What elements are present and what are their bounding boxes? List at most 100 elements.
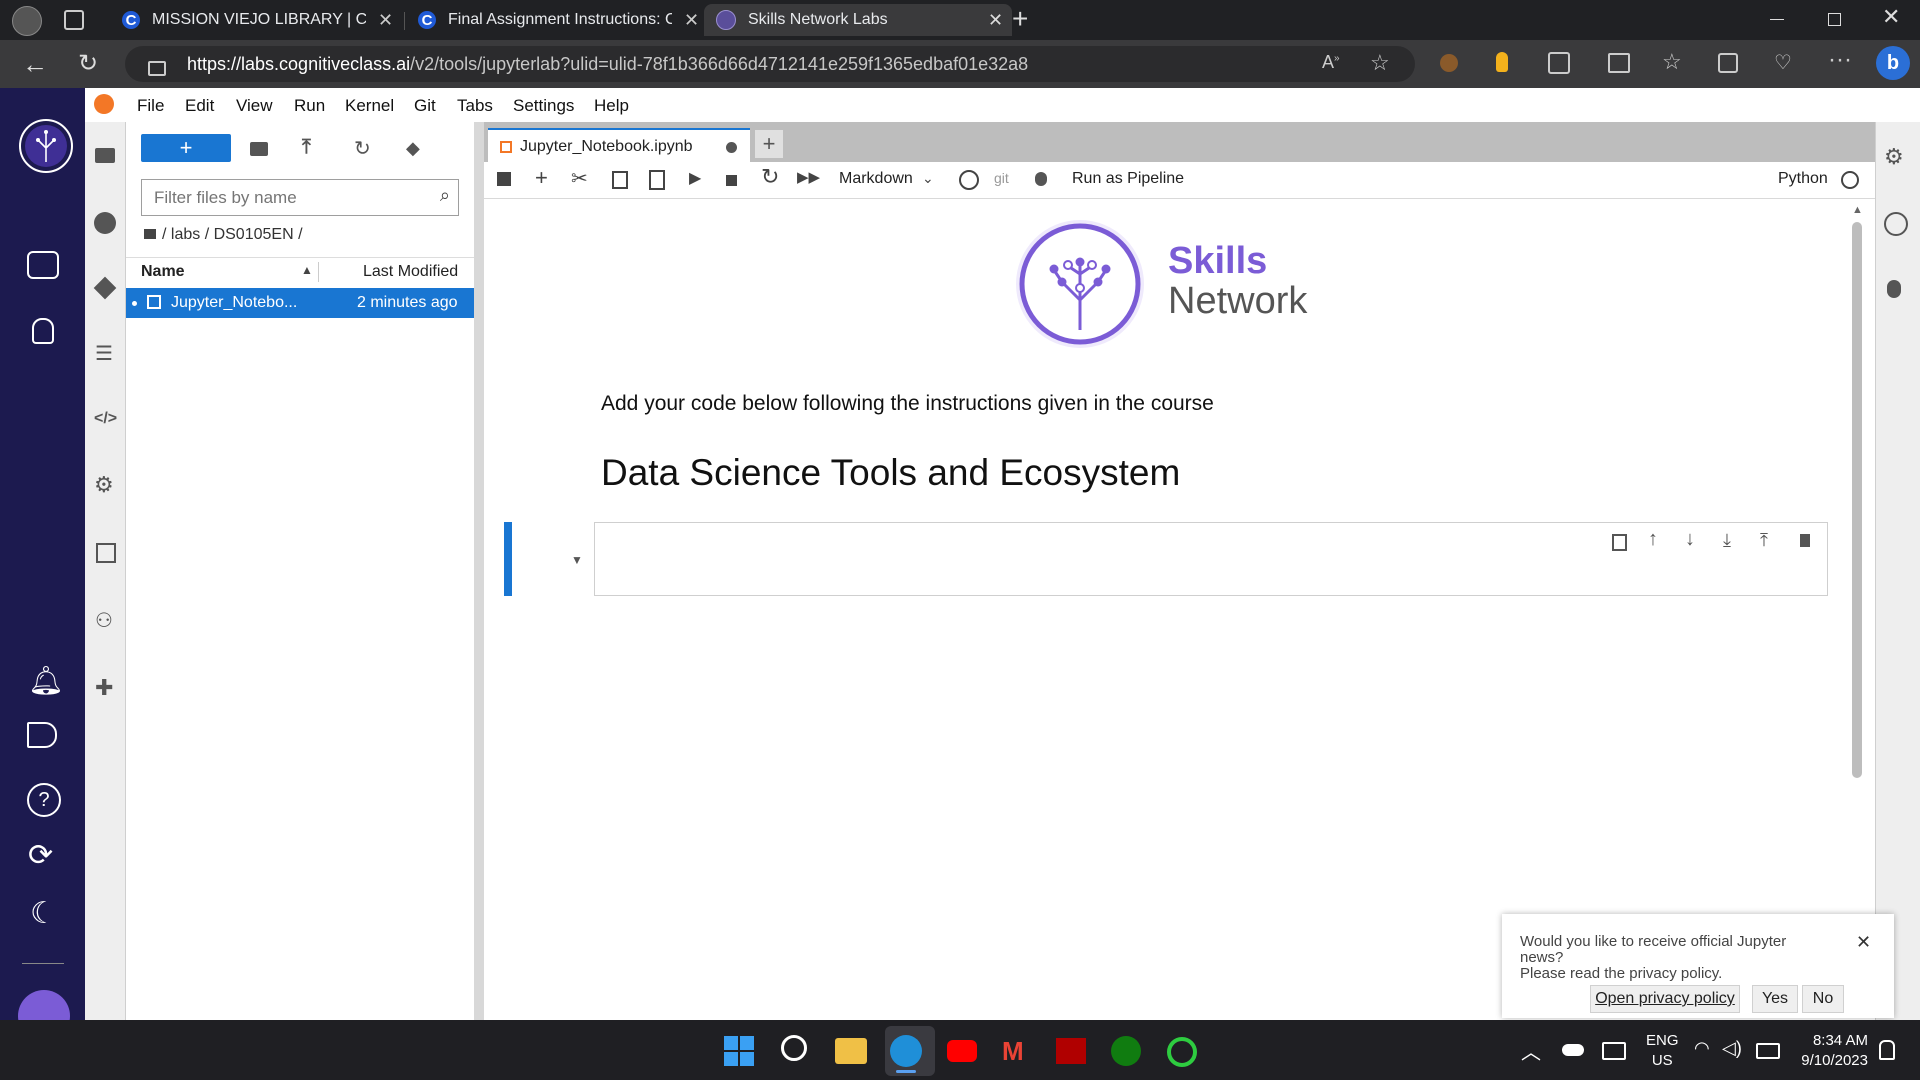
property-inspector-gear-icon[interactable]: ⚙ — [94, 472, 114, 498]
delete-cell-icon[interactable] — [1800, 534, 1810, 547]
more-menu-icon[interactable]: ··· — [1828, 46, 1852, 74]
menu-settings[interactable]: Settings — [513, 96, 574, 116]
property-inspector-icon[interactable]: ⚙ — [1884, 144, 1904, 170]
gmail-icon[interactable]: M — [1002, 1038, 1024, 1064]
restart-kernel-icon[interactable]: ↻ — [761, 164, 779, 190]
scroll-up-arrow-icon[interactable]: ▲ — [1852, 204, 1863, 216]
windows-start-icon[interactable] — [724, 1036, 754, 1066]
wifi-icon[interactable]: ◠ — [1694, 1038, 1710, 1059]
lock-icon[interactable] — [148, 61, 166, 76]
collections-icon[interactable] — [1718, 53, 1738, 73]
extension-manager-icon[interactable] — [96, 543, 116, 563]
debugger-bug-icon[interactable] — [1035, 172, 1047, 186]
new-folder-icon[interactable] — [250, 142, 268, 156]
paste-icon[interactable] — [649, 170, 665, 190]
save-icon[interactable] — [497, 172, 511, 186]
favorite-star-icon[interactable]: ☆ — [1370, 50, 1390, 76]
menu-view[interactable]: View — [236, 96, 273, 116]
favorites-icon[interactable]: ☆ — [1662, 49, 1682, 75]
browser-tab-skills-network[interactable]: Skills Network Labs ✕ — [704, 4, 1012, 36]
menu-run[interactable]: Run — [294, 96, 325, 116]
menu-edit[interactable]: Edit — [185, 96, 214, 116]
minimize-button[interactable] — [1770, 19, 1784, 20]
kernel-name[interactable]: Python — [1778, 170, 1828, 188]
clock-icon[interactable] — [959, 170, 979, 190]
insert-cell-below-icon[interactable]: ⤓ — [1723, 530, 1731, 551]
run-as-pipeline-button[interactable]: Run as Pipeline — [1072, 170, 1184, 188]
panel-splitter[interactable] — [474, 122, 484, 1020]
read-aloud-icon[interactable]: A» — [1322, 52, 1340, 73]
file-name[interactable]: Jupyter_Notebo... — [171, 294, 297, 312]
close-tab-icon[interactable]: ✕ — [684, 10, 699, 31]
profile-avatar[interactable] — [12, 6, 42, 36]
show-hidden-icons-chevron-icon[interactable]: ︿ — [1521, 1036, 1541, 1065]
search-icon[interactable] — [781, 1035, 807, 1061]
close-tab-icon[interactable]: ✕ — [378, 10, 393, 31]
menu-tabs[interactable]: Tabs — [457, 96, 493, 116]
notebook-tab[interactable]: Jupyter_Notebook.ipynb — [488, 128, 750, 164]
announcements-megaphone-icon[interactable] — [27, 722, 57, 748]
upload-icon[interactable]: ⤒ — [302, 136, 311, 159]
run-cell-icon[interactable]: ▶ — [689, 168, 701, 188]
elyra-pipeline-icon[interactable]: ⚇ — [95, 608, 113, 633]
url-text[interactable]: https://labs.cognitiveclass.ai/v2/tools/… — [187, 54, 1028, 75]
unsaved-dot-icon[interactable] — [726, 141, 737, 153]
new-launcher-button[interactable]: + — [141, 134, 231, 162]
stop-kernel-icon[interactable] — [726, 175, 737, 186]
skills-network-logo[interactable] — [18, 118, 74, 174]
edge-browser-icon[interactable] — [890, 1035, 922, 1067]
cell-type-select[interactable]: Markdown — [839, 170, 913, 188]
menu-file[interactable]: File — [137, 96, 164, 116]
battery-icon[interactable] — [1756, 1043, 1780, 1059]
insert-cell-above-icon[interactable]: ⤒ — [1760, 530, 1768, 551]
extensions-puzzle-icon[interactable] — [1548, 52, 1570, 74]
help-icon[interactable]: ? — [27, 783, 61, 817]
extension-icon[interactable] — [1440, 54, 1458, 72]
onedrive-cloud-icon[interactable] — [1562, 1044, 1584, 1056]
browser-tab-final-assignment[interactable]: C Final Assignment Instructions: Cr ✕ — [408, 4, 708, 36]
notification-center-bell-icon[interactable] — [1879, 1040, 1895, 1060]
netflix-icon[interactable] — [1056, 1038, 1086, 1064]
running-kernels-icon[interactable] — [94, 212, 116, 234]
keyboard-icon[interactable] — [1602, 1042, 1626, 1060]
chevron-down-icon[interactable]: ⌄ — [922, 170, 934, 187]
copy-icon[interactable] — [612, 171, 628, 189]
close-notification-icon[interactable]: ✕ — [1856, 932, 1871, 953]
sync-icon[interactable]: ⟳ — [28, 838, 53, 873]
filter-files-input[interactable]: ⌕ — [141, 179, 459, 216]
run-all-icon[interactable]: ▶▶ — [797, 168, 820, 186]
restore-button[interactable] — [1828, 13, 1841, 26]
xbox-icon[interactable] — [1111, 1036, 1141, 1066]
code-snippets-icon[interactable]: </> — [94, 410, 117, 428]
bing-copilot-icon[interactable]: b — [1876, 46, 1910, 80]
clock[interactable]: 8:34 AM 9/10/2023 — [1796, 1031, 1868, 1071]
lightbulb-icon[interactable] — [32, 318, 54, 344]
insert-cell-icon[interactable]: + — [535, 165, 548, 191]
youtube-icon[interactable] — [947, 1040, 977, 1062]
column-header-last-modified[interactable]: Last Modified — [363, 263, 458, 281]
code-cell-editor[interactable] — [594, 522, 1828, 596]
browser-essentials-icon[interactable]: ♡ — [1774, 50, 1792, 75]
close-tab-icon[interactable]: ✕ — [988, 10, 1003, 31]
collapse-cell-icon[interactable]: ▼ — [571, 553, 583, 567]
column-header-name[interactable]: Name — [141, 263, 185, 281]
notebook-scrollbar-thumb[interactable] — [1852, 222, 1862, 778]
app-ring-icon[interactable] — [1167, 1037, 1197, 1067]
open-privacy-policy-link[interactable]: Open privacy policy — [1590, 985, 1740, 1013]
new-tab-plus-button[interactable]: + — [755, 130, 783, 158]
notifications-bell-icon[interactable]: 🔔︎ — [28, 664, 64, 697]
bulb-extension-icon[interactable] — [1496, 52, 1508, 72]
tab-actions-icon[interactable] — [64, 10, 84, 30]
dark-mode-moon-icon[interactable]: ☾ — [30, 896, 57, 931]
folder-icon[interactable] — [144, 229, 156, 239]
move-cell-down-icon[interactable]: ↓ — [1685, 528, 1695, 551]
move-cell-up-icon[interactable]: ↑ — [1648, 528, 1658, 551]
no-button[interactable]: No — [1802, 985, 1844, 1013]
cut-icon[interactable]: ✂ — [571, 166, 588, 191]
filter-files-field[interactable] — [142, 180, 426, 215]
file-explorer-icon[interactable] — [835, 1038, 867, 1064]
yes-button[interactable]: Yes — [1752, 985, 1798, 1013]
git-diff-label[interactable]: git — [994, 170, 1009, 186]
split-screen-icon[interactable] — [1608, 53, 1630, 73]
menu-kernel[interactable]: Kernel — [345, 96, 394, 116]
